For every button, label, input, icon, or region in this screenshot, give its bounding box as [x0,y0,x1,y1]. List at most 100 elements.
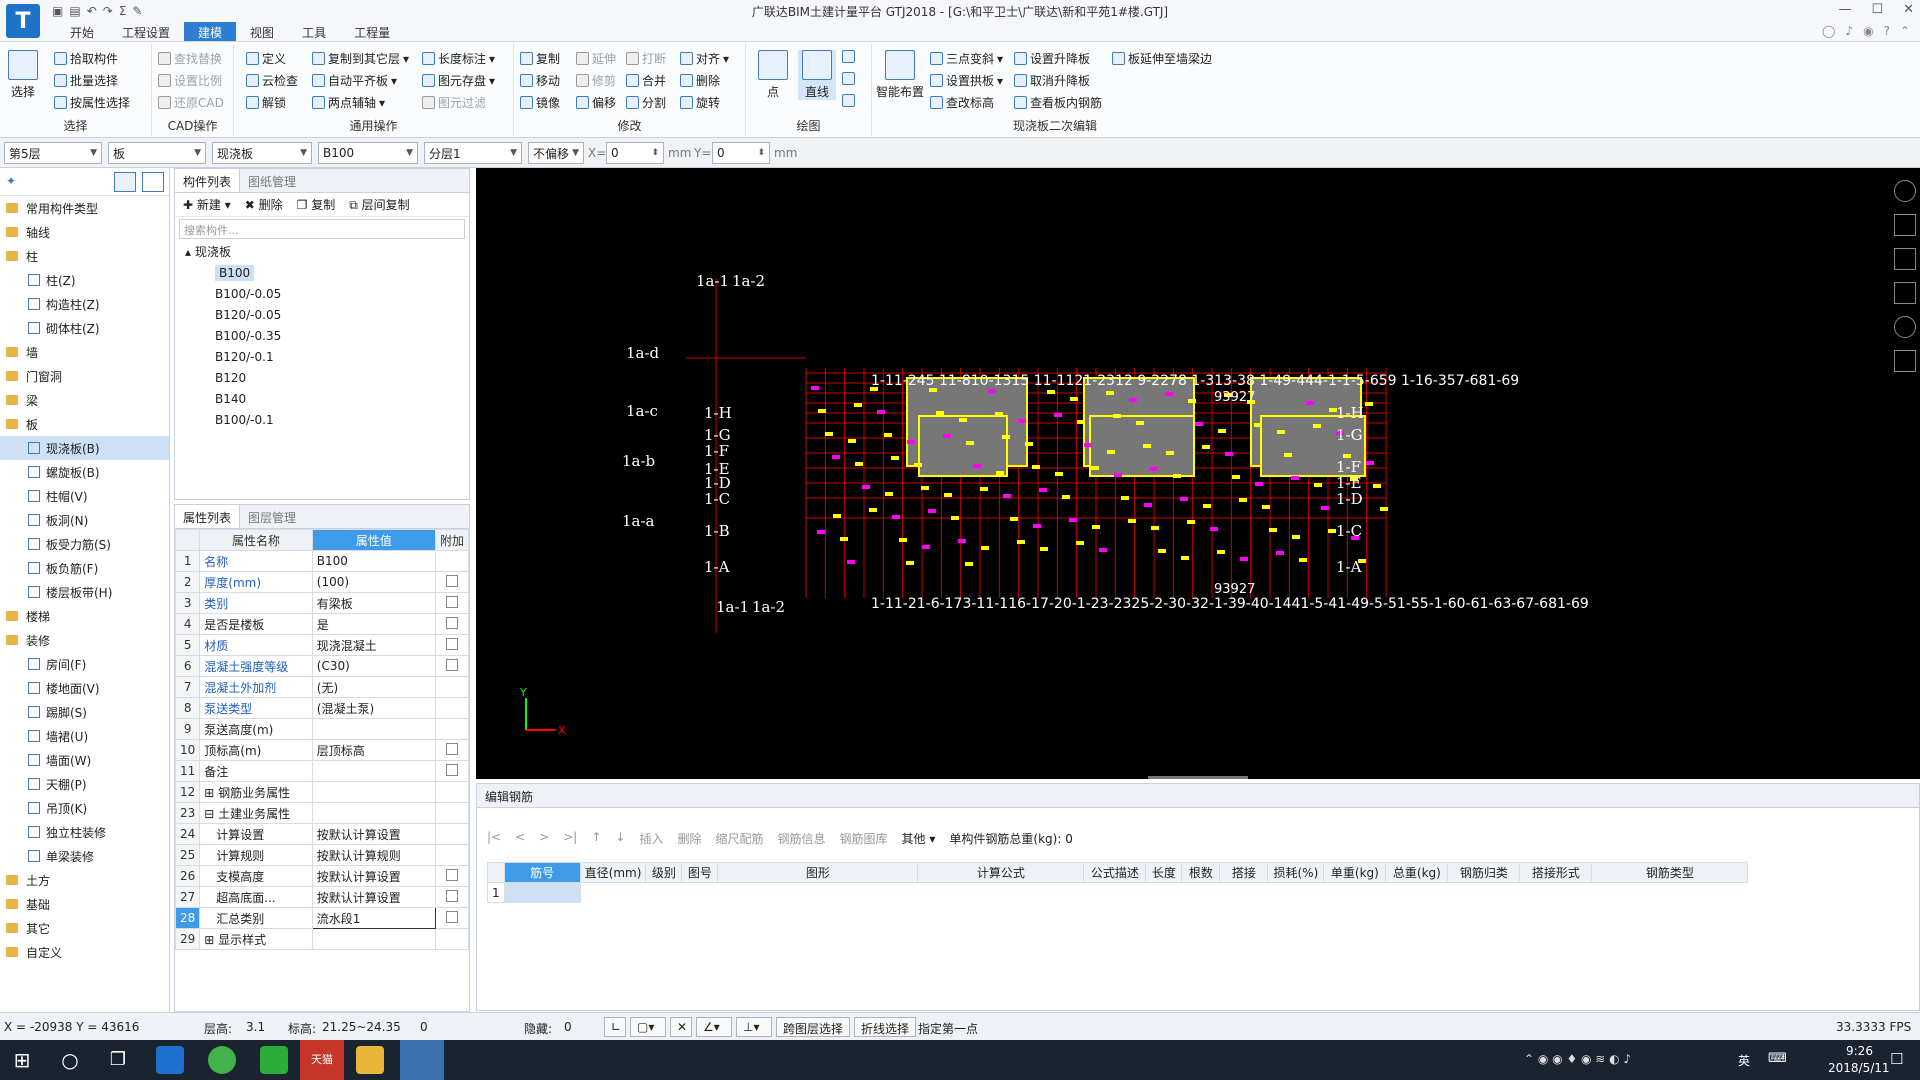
draw-point-button[interactable]: 点 [758,50,788,100]
attach-checkbox[interactable] [445,763,458,776]
nav-item[interactable]: 吊顶(K) [0,796,169,820]
select-by-property-button[interactable]: 按属性选择 [54,94,130,111]
property-value[interactable]: (混凝土泵) [311,697,436,719]
tree-root[interactable]: ▴ 现浇板 [185,241,469,262]
delete-component-button[interactable]: ✖ 删除 [245,196,283,213]
explorer-icon[interactable] [356,1046,384,1074]
nav-item[interactable]: 墙裙(U) [0,724,169,748]
nav-item[interactable]: 常用构件类型 [0,196,169,220]
align-button[interactable]: 对齐 ▾ [680,50,729,67]
gtj-app-icon[interactable] [400,1040,444,1080]
three-point-slope-button[interactable]: 三点变斜 ▾ [930,50,1003,67]
prev-record-icon[interactable]: < [515,830,525,847]
cancel-drop-slab-button[interactable]: 取消升降板 [1014,72,1090,89]
nav-item[interactable]: 装修 [0,628,169,652]
next-record-icon[interactable]: > [539,830,549,847]
set-drop-slab-button[interactable]: 设置升降板 [1014,50,1090,67]
component-select[interactable]: B100 ▼ [318,142,418,164]
nav-item[interactable]: 螺旋板(B) [0,460,169,484]
property-row[interactable]: 2 厚度(mm) (100) [174,571,470,593]
property-row[interactable]: 11 备注 [174,760,470,782]
arc-draw-icon[interactable] [842,50,855,63]
nav-item[interactable]: 板 [0,412,169,436]
tray-icons[interactable]: ⌃ ◉ ◉ ♦ ◉ ≋ ◐ ♪ [1524,1052,1631,1066]
attach-checkbox[interactable] [445,595,458,608]
property-value[interactable]: 层顶标高 [311,739,436,761]
move-button[interactable]: 移动 [520,72,560,89]
nav-item[interactable]: 土方 [0,868,169,892]
define-button[interactable]: 定义 [246,50,286,67]
attach-checkbox[interactable] [445,742,458,755]
maximize-icon[interactable]: ☐ [1871,2,1883,17]
nav-item[interactable]: 基础 [0,892,169,916]
property-value[interactable]: 按默认计算设置 [311,823,436,845]
property-row[interactable]: 12 ⊞ 钢筋业务属性 [174,781,470,803]
property-value[interactable] [311,781,436,803]
tree-item[interactable]: B100 [185,262,469,283]
tab-component-list[interactable]: 构件列表 [175,169,241,192]
property-row[interactable]: 1 名称 B100 [174,550,470,572]
rebar-info-button[interactable]: 钢筋信息 [778,830,826,847]
ribbon-collapse-icon[interactable]: ⌃ [1900,24,1910,38]
tree-item[interactable]: B100/-0.35 [185,325,469,346]
check-elevation-button[interactable]: 查改标高 [930,94,994,111]
attach-checkbox[interactable] [445,616,458,629]
nav-item[interactable]: 柱 [0,244,169,268]
cloud-check-button[interactable]: 云检查 [246,72,298,89]
nav-item[interactable]: 独立柱装修 [0,820,169,844]
circle-draw-icon[interactable] [842,72,855,85]
tile-view-icon[interactable] [142,172,164,192]
attach-checkbox[interactable] [445,637,458,650]
property-value[interactable]: (100) [311,571,436,593]
rebar-cell[interactable] [503,882,581,903]
attach-checkbox[interactable] [445,910,458,923]
property-row[interactable]: 25 计算规则 按默认计算规则 [174,844,470,866]
tab-layer-manage[interactable]: 图层管理 [240,505,304,528]
delete-button[interactable]: 删除 [680,72,720,89]
property-value[interactable]: 按默认计算规则 [311,844,436,866]
property-value[interactable]: B100 [311,550,436,572]
nav-item[interactable]: 板受力筋(S) [0,532,169,556]
ortho-icon[interactable]: ∟ [604,1017,626,1037]
tree-item[interactable]: B120/-0.05 [185,304,469,325]
find-replace-button[interactable]: 查找替换 [158,50,222,67]
new-component-button[interactable]: ✚ 新建 ▾ [183,196,231,213]
rebar-delete-button[interactable]: 删除 [677,830,701,847]
rect-draw-icon[interactable] [842,94,855,107]
x-offset-input[interactable]: 0 ⬍ [606,142,664,164]
unlock-button[interactable]: 解锁 [246,94,286,111]
save-elements-button[interactable]: 图元存盘 ▾ [422,72,495,89]
property-value[interactable] [311,802,436,824]
task-view-icon[interactable]: ❐ [104,1046,132,1074]
tree-item[interactable]: B140 [185,388,469,409]
mirror-button[interactable]: 镜像 [520,94,560,111]
nav-item[interactable]: 砌体柱(Z) [0,316,169,340]
property-row[interactable]: 5 材质 现浇混凝土 [174,634,470,656]
property-row[interactable]: 8 泵送类型 (混凝土泵) [174,697,470,719]
nav-item[interactable]: 墙 [0,340,169,364]
nav-item[interactable]: 自定义 [0,940,169,964]
move-down-icon[interactable]: ↓ [615,830,625,847]
nav-item[interactable]: 现浇板(B) [0,436,169,460]
nav-item[interactable]: 柱帽(V) [0,484,169,508]
property-value[interactable]: 现浇混凝土 [311,634,436,656]
other-button[interactable]: 其他 ▾ [902,830,936,847]
trim-button[interactable]: 修剪 [576,72,616,89]
view-slab-rebar-button[interactable]: 查看板内钢筋 [1014,94,1102,111]
property-value[interactable]: 是 [311,613,436,635]
property-row[interactable]: 4 是否是楼板是 [174,613,470,635]
property-row[interactable]: 24 计算设置 按默认计算设置 [174,823,470,845]
property-row[interactable]: 23 ⊟ 土建业务属性 [174,802,470,824]
floor-select[interactable]: 第5层 ▼ [4,142,102,164]
tmall-app-icon[interactable]: 天猫 [300,1040,344,1080]
plan-view-icon[interactable] [1894,248,1916,270]
tab-modeling[interactable]: 建模 [184,22,237,41]
first-record-icon[interactable]: |< [487,830,501,847]
restore-cad-button[interactable]: 还原CAD [158,94,224,111]
pick-component-button[interactable]: 拾取构件 [54,50,118,67]
attach-checkbox[interactable] [445,574,458,587]
close-icon[interactable]: ✕ [1903,2,1914,17]
property-row[interactable]: 27 超高底面... 按默认计算设置 [174,886,470,908]
property-value[interactable] [311,718,436,740]
break-button[interactable]: 打断 [626,50,666,67]
